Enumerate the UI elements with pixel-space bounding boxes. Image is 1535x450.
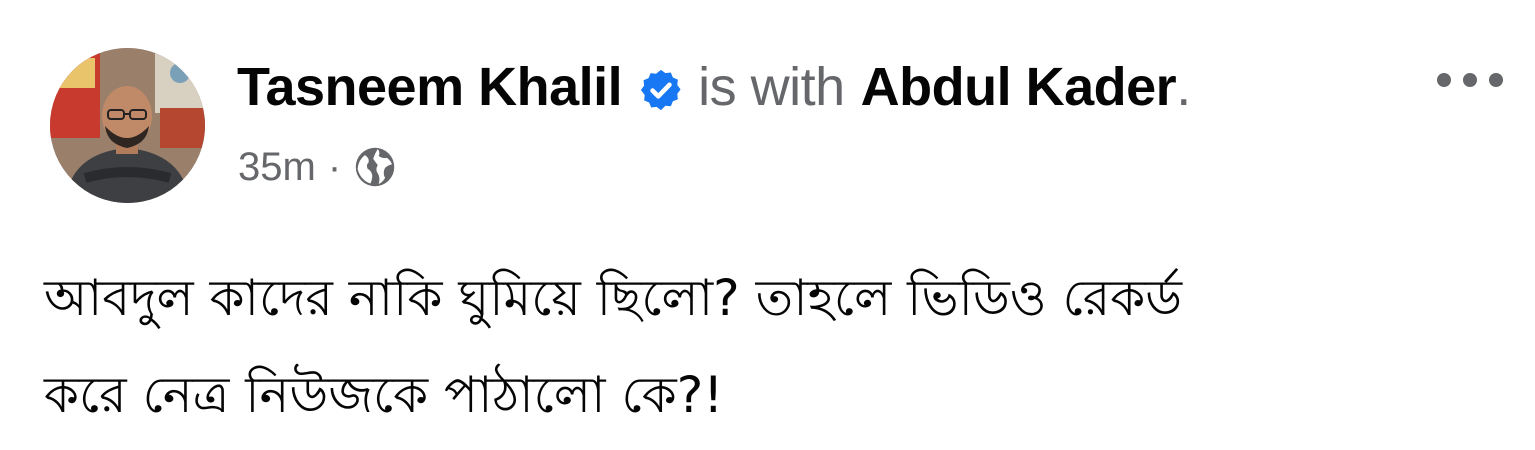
facebook-post: Tasneem Khalil is with Abdul Kader . 35m…	[0, 0, 1535, 450]
verified-badge-icon	[638, 64, 684, 111]
more-options-icon	[1437, 73, 1503, 87]
tagged-person-name[interactable]: Abdul Kader	[861, 56, 1177, 118]
profile-photo-icon	[50, 48, 205, 203]
more-options-button[interactable]	[1425, 55, 1515, 105]
post-header: Tasneem Khalil is with Abdul Kader .	[237, 52, 1191, 122]
post-timestamp[interactable]: 35m	[238, 145, 316, 190]
author-name[interactable]: Tasneem Khalil	[237, 56, 623, 118]
meta-separator: ·	[327, 144, 342, 189]
globe-icon[interactable]	[353, 145, 397, 189]
header-period: .	[1176, 57, 1191, 117]
post-body-text: আবদুল কাদের নাকি ঘুমিয়ে ছিলো? তাহলে ভিড…	[44, 269, 1183, 424]
post-meta: 35m ·	[238, 142, 397, 192]
author-avatar[interactable]	[50, 48, 205, 203]
with-text: is with	[698, 57, 845, 117]
